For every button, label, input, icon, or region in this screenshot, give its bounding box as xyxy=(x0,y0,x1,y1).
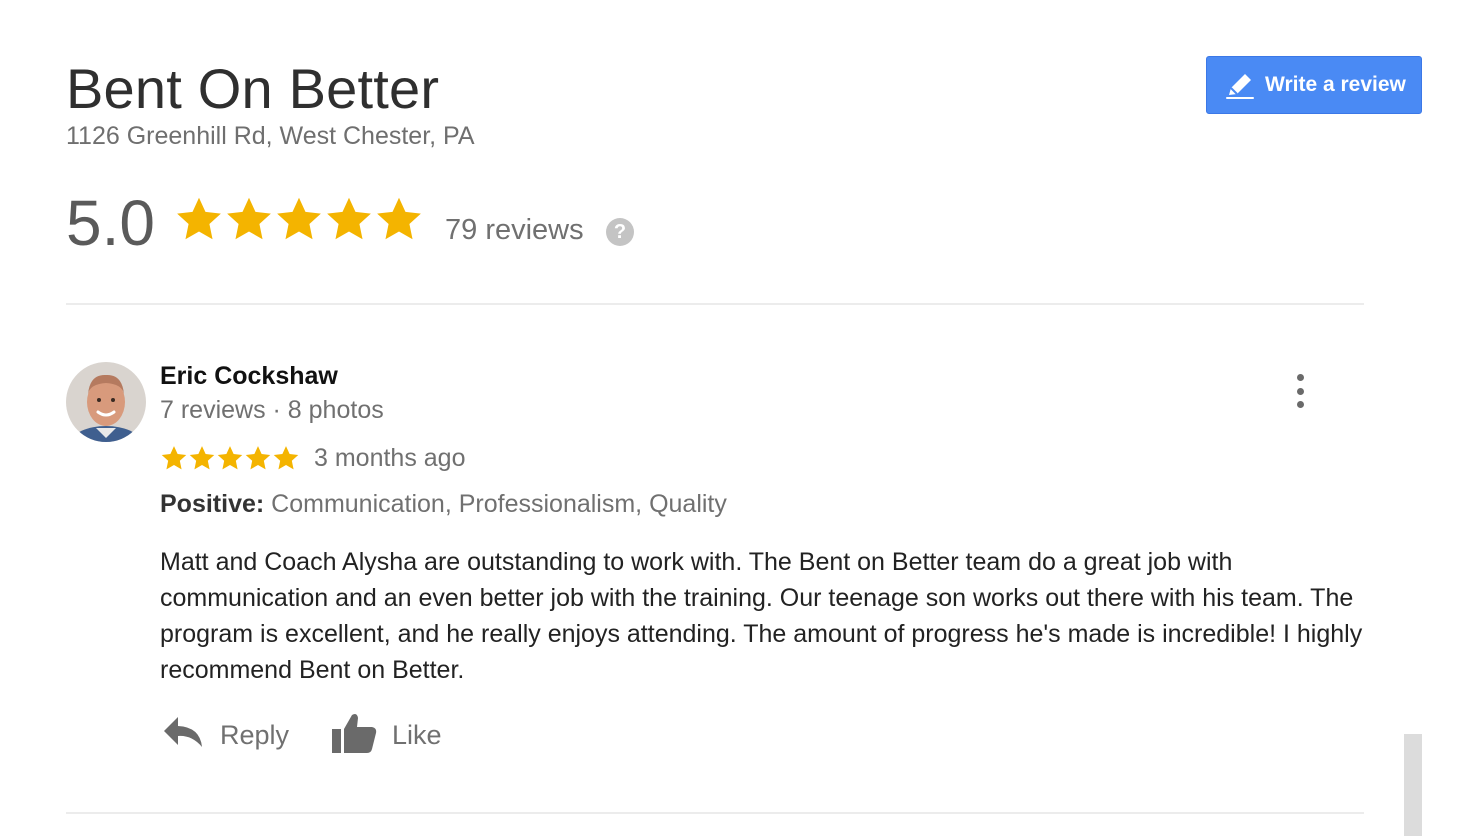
reply-icon xyxy=(160,713,206,758)
dot xyxy=(1296,374,1304,381)
scrollbar[interactable] xyxy=(1404,734,1422,836)
business-name: Bent On Better xyxy=(66,57,440,120)
business-address: 1126 Greenhill Rd, West Chester, PA xyxy=(66,122,475,150)
star-icon xyxy=(324,194,374,249)
more-options-icon[interactable] xyxy=(1288,372,1312,410)
rating-stars xyxy=(174,194,424,249)
rating-value: 5.0 xyxy=(66,187,155,259)
star-icon xyxy=(216,444,244,477)
star-icon xyxy=(224,194,274,249)
like-button[interactable]: Like xyxy=(330,706,442,764)
dot xyxy=(1296,401,1304,408)
write-review-label: Write a review xyxy=(1265,73,1406,96)
star-icon xyxy=(272,444,300,477)
reply-label: Reply xyxy=(220,719,290,750)
dot xyxy=(1296,387,1304,395)
positive-attributes: Positive: Communication, Professionalism… xyxy=(160,490,727,519)
star-icon xyxy=(174,194,224,249)
review-text: Matt and Coach Alysha are outstanding to… xyxy=(160,548,1363,684)
reviewer-name[interactable]: Eric Cockshaw xyxy=(160,362,338,391)
pencil-icon xyxy=(1223,68,1257,102)
positive-values: Communication, Professionalism, Quality xyxy=(271,490,727,518)
reviewer-meta: 7 reviews · 8 photos xyxy=(160,396,384,424)
divider xyxy=(66,812,1364,814)
star-icon xyxy=(160,444,188,477)
thumbs-up-icon xyxy=(330,711,378,760)
avatar[interactable] xyxy=(66,362,146,442)
star-icon xyxy=(274,194,324,249)
like-label: Like xyxy=(392,719,442,750)
write-review-button[interactable]: Write a review xyxy=(1206,56,1422,114)
review-time: 3 months ago xyxy=(314,444,466,472)
review-count[interactable]: 79 reviews xyxy=(445,214,584,247)
star-icon xyxy=(244,444,272,477)
positive-label: Positive: xyxy=(160,490,265,518)
star-icon xyxy=(188,444,216,477)
star-icon xyxy=(374,194,424,249)
review-stars xyxy=(160,444,300,477)
divider xyxy=(66,303,1364,305)
help-icon[interactable]: ? xyxy=(606,218,634,246)
reply-button[interactable]: Reply xyxy=(160,706,289,764)
